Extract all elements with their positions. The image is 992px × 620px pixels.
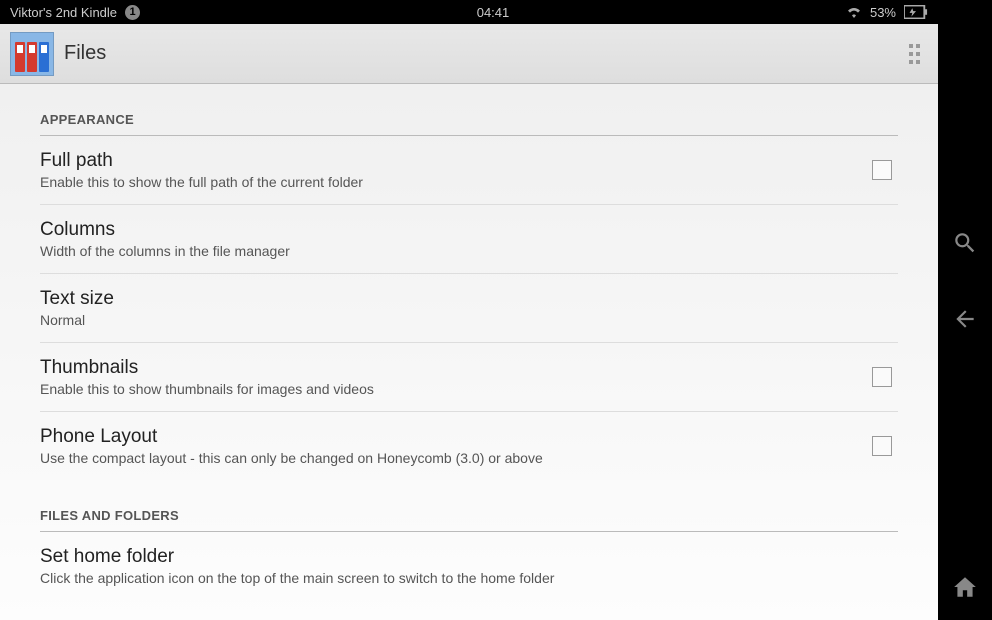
- checkbox-thumbnails[interactable]: [872, 367, 892, 387]
- battery-percent: 53%: [870, 5, 896, 20]
- app-icon[interactable]: [10, 32, 54, 76]
- setting-title: Set home folder: [40, 546, 898, 568]
- setting-subtitle: Normal: [40, 312, 898, 328]
- search-icon[interactable]: [952, 230, 978, 256]
- setting-subtitle: Enable this to show thumbnails for image…: [40, 381, 852, 397]
- screen: Viktor's 2nd Kindle 1 04:41 53% Files AP…: [0, 0, 938, 620]
- home-icon[interactable]: [952, 574, 978, 600]
- setting-thumbnails[interactable]: Thumbnails Enable this to show thumbnail…: [40, 343, 898, 412]
- setting-full-path[interactable]: Full path Enable this to show the full p…: [40, 136, 898, 205]
- wifi-icon: [846, 6, 862, 18]
- setting-subtitle: Enable this to show the full path of the…: [40, 174, 852, 190]
- setting-title: Full path: [40, 150, 852, 172]
- setting-subtitle: Use the compact layout - this can only b…: [40, 450, 852, 466]
- setting-title: Columns: [40, 219, 898, 241]
- action-bar: Files: [0, 24, 938, 84]
- battery-icon: [904, 5, 928, 19]
- status-right: 53%: [846, 5, 928, 20]
- status-left: Viktor's 2nd Kindle 1: [10, 5, 140, 20]
- setting-columns[interactable]: Columns Width of the columns in the file…: [40, 205, 898, 274]
- setting-text-size[interactable]: Text size Normal: [40, 274, 898, 343]
- back-icon[interactable]: [952, 306, 978, 332]
- system-nav-bar: [938, 0, 992, 620]
- section-header-files-folders: FILES AND FOLDERS: [40, 480, 898, 532]
- setting-title: Text size: [40, 288, 898, 310]
- checkbox-phone-layout[interactable]: [872, 436, 892, 456]
- status-time: 04:41: [140, 5, 846, 20]
- notification-badge: 1: [125, 5, 140, 20]
- section-header-appearance: APPEARANCE: [40, 84, 898, 136]
- status-bar: Viktor's 2nd Kindle 1 04:41 53%: [0, 0, 938, 24]
- setting-title: Thumbnails: [40, 357, 852, 379]
- setting-phone-layout[interactable]: Phone Layout Use the compact layout - th…: [40, 412, 898, 480]
- setting-home-folder[interactable]: Set home folder Click the application ic…: [40, 532, 898, 600]
- setting-subtitle: Width of the columns in the file manager: [40, 243, 898, 259]
- overflow-menu-icon[interactable]: [904, 38, 924, 70]
- setting-subtitle: Click the application icon on the top of…: [40, 570, 898, 586]
- settings-content[interactable]: APPEARANCE Full path Enable this to show…: [0, 84, 938, 620]
- app-title: Files: [64, 42, 904, 65]
- setting-title: Phone Layout: [40, 426, 852, 448]
- device-name: Viktor's 2nd Kindle: [10, 5, 117, 20]
- checkbox-full-path[interactable]: [872, 160, 892, 180]
